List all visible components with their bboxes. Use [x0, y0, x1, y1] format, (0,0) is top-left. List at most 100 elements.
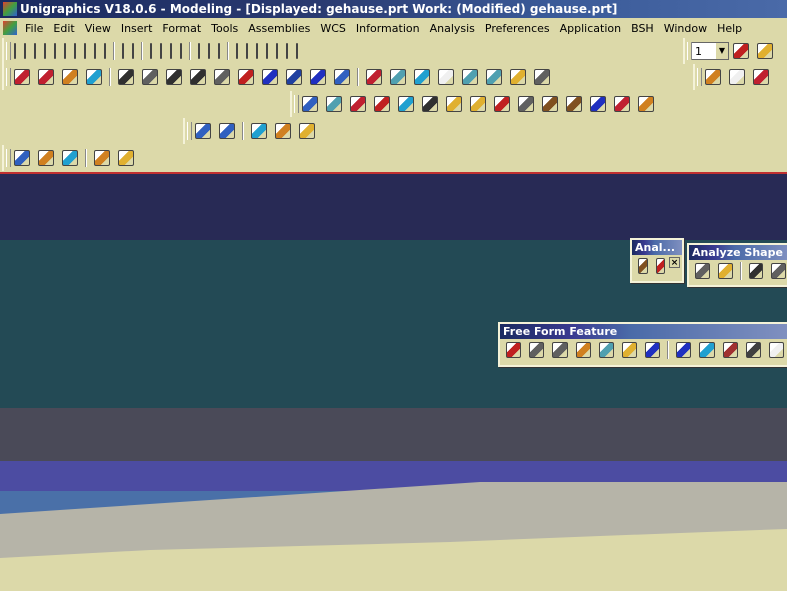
- sphere-prim-icon[interactable]: [374, 96, 390, 112]
- swept-icon[interactable]: [575, 342, 591, 358]
- pocket-icon[interactable]: [262, 69, 278, 85]
- line-icon[interactable]: [462, 69, 478, 85]
- pad-icon[interactable]: [286, 69, 302, 85]
- save-icon[interactable]: [34, 43, 36, 59]
- bend-icon[interactable]: [94, 150, 110, 166]
- boss-icon[interactable]: [238, 69, 254, 85]
- tiff-icon[interactable]: [251, 123, 267, 139]
- cone-icon[interactable]: [350, 96, 366, 112]
- move-icon[interactable]: [518, 96, 534, 112]
- extrude-icon[interactable]: [118, 69, 134, 85]
- bridge-icon[interactable]: [621, 342, 638, 358]
- zoom-icon[interactable]: [132, 43, 134, 59]
- view-back-icon[interactable]: [256, 43, 258, 59]
- info-icon[interactable]: [84, 43, 86, 59]
- menu-preferences[interactable]: Preferences: [480, 22, 555, 35]
- mate-icon[interactable]: [753, 69, 769, 85]
- rect-icon[interactable]: [510, 69, 526, 85]
- trim-icon[interactable]: [414, 69, 430, 85]
- flange-icon[interactable]: [118, 150, 134, 166]
- mirror-icon[interactable]: [494, 96, 510, 112]
- measure-distance-icon[interactable]: [638, 258, 648, 274]
- trimmed-sheet-icon[interactable]: [699, 342, 715, 358]
- cylinder-icon[interactable]: [326, 96, 342, 112]
- offset-face-icon[interactable]: [645, 342, 661, 358]
- hole-icon[interactable]: [214, 69, 230, 85]
- measure-angle-icon[interactable]: [655, 258, 665, 274]
- menu-format[interactable]: Format: [157, 22, 206, 35]
- curve-icon[interactable]: [534, 69, 550, 85]
- light-icon[interactable]: [195, 123, 211, 139]
- view-bottom-icon[interactable]: [266, 43, 268, 59]
- close-icon[interactable]: ×: [669, 257, 680, 268]
- analysis-palette-titlebar[interactable]: Anal... ×: [632, 240, 682, 268]
- delete-icon[interactable]: [54, 43, 56, 59]
- revolve-icon[interactable]: [142, 69, 158, 85]
- curvature-icon[interactable]: [748, 263, 764, 279]
- menu-wcs[interactable]: WCS: [315, 22, 351, 35]
- cube-icon[interactable]: [160, 43, 162, 59]
- open-icon[interactable]: [24, 43, 26, 59]
- face-analysis-icon[interactable]: [695, 263, 710, 279]
- shell-icon[interactable]: [566, 96, 582, 112]
- menu-bsh[interactable]: BSH: [626, 22, 659, 35]
- menu-help[interactable]: Help: [712, 22, 747, 35]
- offset-icon[interactable]: [438, 69, 454, 85]
- groove-icon[interactable]: [334, 69, 350, 85]
- sweep-icon[interactable]: [166, 69, 182, 85]
- hatch-icon[interactable]: [62, 150, 78, 166]
- tree2-icon[interactable]: [104, 43, 106, 59]
- shade-icon[interactable]: [150, 43, 152, 59]
- array-icon[interactable]: [446, 96, 462, 112]
- menu-insert[interactable]: Insert: [116, 22, 158, 35]
- layer-move-icon[interactable]: [757, 43, 773, 59]
- color-icon[interactable]: [170, 43, 172, 59]
- assembly-icon[interactable]: [705, 69, 721, 85]
- sphere-icon[interactable]: [180, 43, 182, 59]
- slot-icon[interactable]: [310, 69, 326, 85]
- crop-icon[interactable]: [219, 123, 235, 139]
- edit-icon[interactable]: [74, 43, 76, 59]
- menu-file[interactable]: File: [20, 22, 48, 35]
- view-right-icon[interactable]: [236, 43, 238, 59]
- section-icon[interactable]: [38, 150, 54, 166]
- menu-edit[interactable]: Edit: [48, 22, 79, 35]
- export-icon[interactable]: [299, 123, 315, 139]
- spline-icon[interactable]: [62, 69, 78, 85]
- law-extension-icon[interactable]: [768, 342, 785, 358]
- blend-icon[interactable]: [366, 69, 382, 85]
- intersect-icon[interactable]: [638, 96, 654, 112]
- chamfer-icon[interactable]: [390, 69, 406, 85]
- menu-tools[interactable]: Tools: [206, 22, 243, 35]
- through-curves-icon[interactable]: [506, 342, 522, 358]
- analyze-shape-titlebar[interactable]: Analyze Shape: [689, 245, 787, 260]
- extension-icon[interactable]: [722, 342, 738, 358]
- view-left-icon[interactable]: [246, 43, 248, 59]
- block-icon[interactable]: [302, 96, 318, 112]
- pattern-icon[interactable]: [422, 96, 438, 112]
- menu-view[interactable]: View: [80, 22, 116, 35]
- menu-assemblies[interactable]: Assemblies: [243, 22, 315, 35]
- menu-application[interactable]: Application: [555, 22, 626, 35]
- jpeg-icon[interactable]: [275, 123, 291, 139]
- subtract-icon[interactable]: [614, 96, 630, 112]
- view-tri-icon[interactable]: [286, 43, 288, 59]
- ruled-icon[interactable]: [598, 342, 614, 358]
- through-mesh-icon[interactable]: [529, 342, 545, 358]
- from-points-icon[interactable]: [552, 342, 568, 358]
- print-icon[interactable]: [44, 43, 46, 59]
- undo-icon[interactable]: [64, 43, 66, 59]
- book-icon[interactable]: [470, 96, 486, 112]
- enlarge-icon[interactable]: [745, 342, 761, 358]
- component-icon[interactable]: [729, 69, 745, 85]
- reflection-icon[interactable]: [717, 263, 733, 279]
- new-icon[interactable]: [14, 43, 16, 59]
- rotate-icon[interactable]: [542, 96, 558, 112]
- draft-icon[interactable]: [14, 150, 30, 166]
- unite-icon[interactable]: [590, 96, 606, 112]
- point-icon[interactable]: [38, 69, 54, 85]
- plus-icon[interactable]: [86, 69, 102, 85]
- menu-information[interactable]: Information: [351, 22, 425, 35]
- doc-icon[interactable]: [3, 21, 17, 35]
- sketch-icon[interactable]: [14, 69, 30, 85]
